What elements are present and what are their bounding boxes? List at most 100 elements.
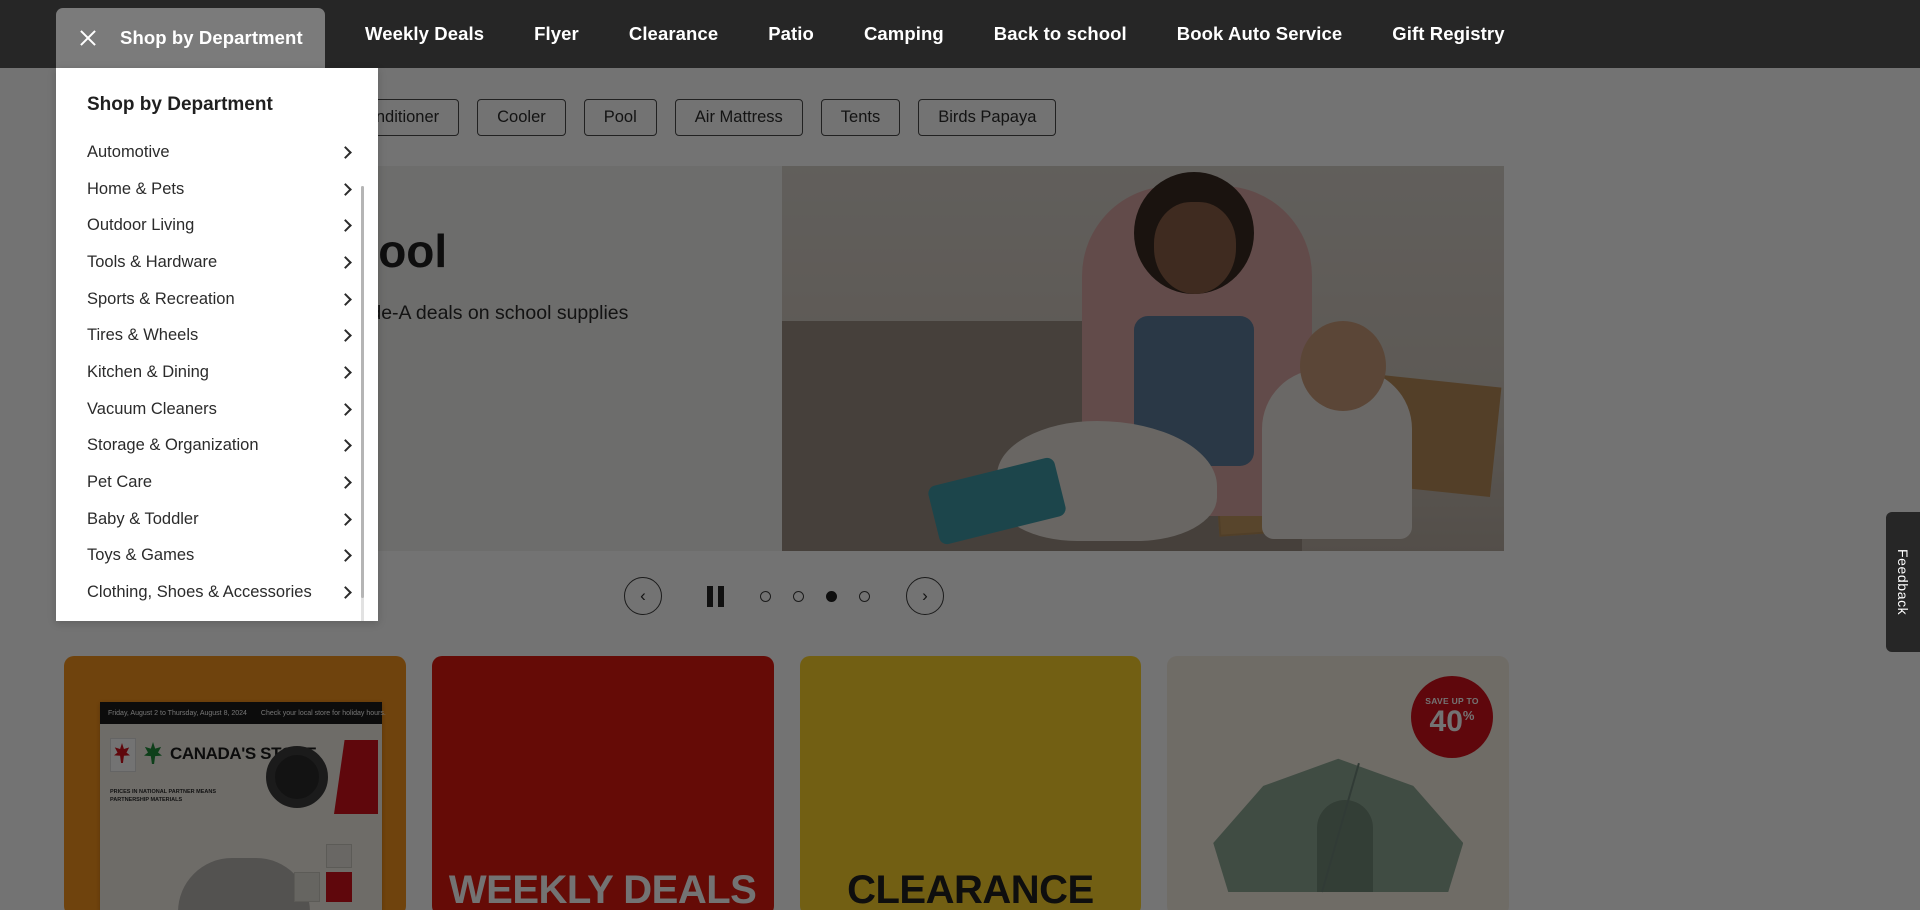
dept-item-label: Tires & Wheels [87,326,341,345]
dept-item-label: Tools & Hardware [87,253,341,272]
dept-item-storage-organization[interactable]: Storage & Organization [56,428,378,465]
primary-nav-links: Weekly DealsFlyerClearancePatioCampingBa… [340,0,1530,68]
nav-link-camping[interactable]: Camping [839,23,969,45]
carousel-next-button[interactable]: › [906,577,944,615]
dept-item-baby-toddler[interactable]: Baby & Toddler [56,501,378,538]
dept-item-label: Pet Care [87,473,341,492]
chevron-right-icon [339,476,352,489]
dept-item-sports-recreation[interactable]: Sports & Recreation [56,281,378,318]
chevron-right-icon [339,219,352,232]
dept-item-label: Home & Pets [87,180,341,199]
dept-item-label: Vacuum Cleaners [87,400,341,419]
section-divider [0,630,1920,656]
department-list: Automotive Home & Pets Outdoor Living Tools… [56,134,378,621]
dept-item-label: Automotive [87,143,341,162]
chevron-right-icon [339,403,352,416]
promo-card-row: Friday, August 2 to Thursday, August 8, … [64,656,1509,910]
chevron-right-icon [339,329,352,342]
chevron-right-icon [339,293,352,306]
flyer-product-box-b [326,872,352,902]
dept-item-automotive[interactable]: Automotive [56,134,378,171]
flyer-product-box-c [326,844,352,868]
dept-scrollbar-thumb[interactable] [361,186,365,598]
flyer-thumbnail: Friday, August 2 to Thursday, August 8, … [100,702,382,910]
nav-link-clearance[interactable]: Clearance [604,23,743,45]
dept-item-tools-hardware[interactable]: Tools & Hardware [56,244,378,281]
chevron-right-icon [339,439,352,452]
carousel-dot-1[interactable] [760,591,771,602]
chevron-right-icon [339,366,352,379]
nav-link-patio[interactable]: Patio [743,23,839,45]
nav-link-back-to-school[interactable]: Back to school [969,23,1152,45]
feedback-tab-label: Feedback [1895,549,1911,615]
dept-scrollbar-track[interactable] [361,186,365,621]
nav-link-book-auto-service[interactable]: Book Auto Service [1152,23,1368,45]
dept-item-kitchen-dining[interactable]: Kitchen & Dining [56,354,378,391]
dept-item-label: Storage & Organization [87,436,341,455]
dept-item-vacuum-cleaners[interactable]: Vacuum Cleaners [56,391,378,428]
close-icon[interactable] [78,28,98,48]
flyer-date-bar: Friday, August 2 to Thursday, August 8, … [100,702,382,724]
carousel-dot-2[interactable] [793,591,804,602]
dept-panel-title: Shop by Department [56,68,378,116]
shop-by-department-panel: Shop by Department Automotive Home & Pets… [56,68,378,621]
dept-item-clothing-shoes-accessories[interactable]: Clothing, Shoes & Accessories [56,574,378,611]
dept-item-label: Outdoor Living [87,216,341,235]
carousel-pause-button[interactable] [698,579,732,613]
chip-cooler[interactable]: Cooler [477,99,566,136]
flyer-fine-print: PRICES IN NATIONAL PARTNER MEANS PARTNER… [110,788,230,805]
dept-item-sales-clearance[interactable]: Sales & Clearance [56,611,378,621]
save-badge-line1: SAVE UP TO [1425,697,1479,706]
carousel-dot-4[interactable] [859,591,870,602]
maple-leaf-green-icon [144,742,162,764]
flyer-hours-line: Check your local store for holiday hours… [261,710,386,717]
nav-link-gift-registry[interactable]: Gift Registry [1367,23,1529,45]
tire-icon [266,746,328,808]
chip-birds-papaya[interactable]: Birds Papaya [918,99,1056,136]
flyer-product-box-a [294,872,320,902]
dept-item-pet-care[interactable]: Pet Care [56,464,378,501]
flyer-body: CANADA'S STORE PRICES IN NATIONAL PARTNE… [100,724,382,910]
promo-card-clearance[interactable]: CLEARANCE [800,656,1142,910]
chevron-right-icon [339,146,352,159]
nav-link-flyer[interactable]: Flyer [509,23,604,45]
promo-card-flyer[interactable]: Friday, August 2 to Thursday, August 8, … [64,656,406,910]
chip-air-mattress[interactable]: Air Mattress [675,99,803,136]
chevron-right-icon [339,513,352,526]
dept-item-label: Sports & Recreation [87,290,341,309]
chevron-right-icon [339,183,352,196]
dept-item-outdoor-living[interactable]: Outdoor Living [56,207,378,244]
carousel-dot-3[interactable] [826,591,837,602]
dept-item-tires-wheels[interactable]: Tires & Wheels [56,317,378,354]
carousel-dots [760,591,870,602]
promo-headline-weekly-deals: WEEKLY DEALS [432,870,774,910]
dept-item-label: Kitchen & Dining [87,363,341,382]
top-navigation-bar: Shop by Department Weekly DealsFlyerClea… [0,0,1920,68]
dept-item-label: Clothing, Shoes & Accessories [87,583,341,602]
flyer-red-accent [334,740,378,814]
dept-item-label: Toys & Games [87,546,341,565]
chip-tents[interactable]: Tents [821,99,900,136]
save-badge: SAVE UP TO 40% [1411,676,1493,758]
chip-pool[interactable]: Pool [584,99,657,136]
promo-card-weekly-deals[interactable]: WEEKLY DEALS [432,656,774,910]
feedback-tab[interactable]: Feedback [1886,512,1920,652]
shop-by-department-label: Shop by Department [120,27,303,49]
promo-headline-clearance: CLEARANCE [800,870,1142,910]
chevron-right-icon [339,550,352,563]
dept-item-label: Baby & Toddler [87,510,341,529]
carousel-prev-button[interactable]: ‹ [624,577,662,615]
shop-by-department-button[interactable]: Shop by Department [56,8,325,68]
nav-link-weekly-deals[interactable]: Weekly Deals [340,23,509,45]
dept-item-home-pets[interactable]: Home & Pets [56,171,378,208]
dept-item-label: Sales & Clearance [87,620,341,621]
dept-item-toys-games[interactable]: Toys & Games [56,538,378,575]
page-root: Air ConditionerCoolerPoolAir MattressTen… [0,0,1920,910]
chevron-right-icon [339,586,352,599]
chevron-right-icon [339,256,352,269]
flyer-date-line: Friday, August 2 to Thursday, August 8, … [108,710,247,717]
promo-card-tent[interactable]: SAVE UP TO 40% [1167,656,1509,910]
save-badge-value: 40% [1430,707,1475,737]
flyer-product-shape [178,858,310,910]
hero-image [782,166,1504,551]
